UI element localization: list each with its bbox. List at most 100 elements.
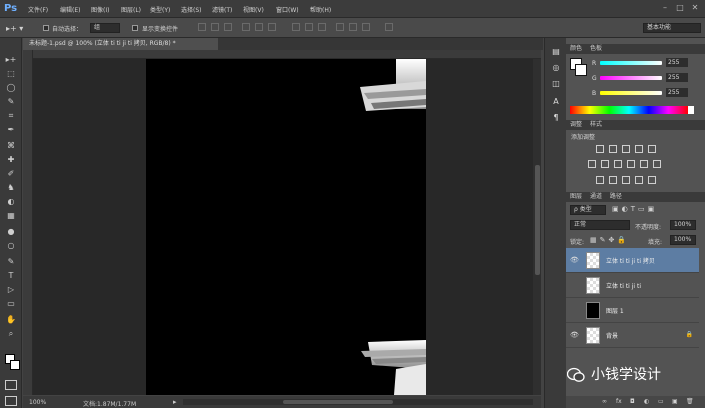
photo-filter-icon[interactable] xyxy=(627,160,635,168)
pen-tool-icon[interactable]: ✎ xyxy=(4,256,18,268)
show-transform-checkbox[interactable] xyxy=(132,25,138,31)
auto-select-dropdown[interactable]: 组 xyxy=(90,23,120,33)
layer-row[interactable]: 立体 ti ti ji ti xyxy=(566,273,699,298)
layer-row[interactable]: 👁 背景 🔒 xyxy=(566,323,699,348)
quick-select-tool-icon[interactable]: ✎ xyxy=(4,96,18,108)
path-select-tool-icon[interactable]: ▷ xyxy=(4,284,18,296)
invert-icon[interactable] xyxy=(596,176,604,184)
align-hcenter-icon[interactable] xyxy=(211,23,219,31)
layer-filter-icons[interactable]: ▣◐T▭▣ xyxy=(612,205,657,213)
vibrance-icon[interactable] xyxy=(648,145,656,153)
distribute-3-icon[interactable] xyxy=(318,23,326,31)
shape-tool-icon[interactable]: ▭ xyxy=(4,298,18,310)
menu-filter[interactable]: 滤镜(T) xyxy=(212,5,232,14)
character-icon[interactable]: A xyxy=(550,96,562,108)
threshold-icon[interactable] xyxy=(622,176,630,184)
spectrum-white[interactable] xyxy=(688,106,694,114)
menu-view[interactable]: 视图(V) xyxy=(243,5,264,14)
auto-align-icon[interactable] xyxy=(385,23,393,31)
lock-icons[interactable]: ▦✎✥🔒 xyxy=(590,236,629,244)
auto-select-checkbox[interactable] xyxy=(43,25,49,31)
properties-icon[interactable]: ◎ xyxy=(550,62,562,74)
blur-tool-icon[interactable]: ● xyxy=(4,226,18,238)
green-slider[interactable] xyxy=(600,76,662,80)
selective-color-icon[interactable] xyxy=(648,176,656,184)
paragraph-icon[interactable]: ¶ xyxy=(550,112,562,124)
curves-icon[interactable] xyxy=(622,145,630,153)
hue-icon[interactable] xyxy=(588,160,596,168)
scrollbar-thumb[interactable] xyxy=(535,165,540,275)
screen-mode-icon[interactable] xyxy=(5,396,17,406)
blue-value[interactable]: 255 xyxy=(666,88,688,97)
horizontal-scrollbar-thumb[interactable] xyxy=(283,400,393,404)
red-slider[interactable] xyxy=(600,61,662,65)
eye-hidden-icon[interactable] xyxy=(570,281,578,289)
exposure-icon[interactable] xyxy=(635,145,643,153)
tab-paths[interactable]: 路径 xyxy=(610,193,622,200)
channel-mixer-icon[interactable] xyxy=(640,160,648,168)
eye-icon[interactable]: 👁 xyxy=(570,256,579,264)
mask-icon[interactable]: ◘ xyxy=(630,398,635,405)
workspace-dropdown[interactable]: 基本功能 xyxy=(643,23,701,33)
tab-styles[interactable]: 样式 xyxy=(590,121,602,128)
quick-mask-icon[interactable] xyxy=(5,380,17,390)
eraser-tool-icon[interactable]: ◐ xyxy=(4,196,18,208)
layer-name[interactable]: 图层 1 xyxy=(606,306,624,315)
fill-field[interactable]: 100% xyxy=(670,235,696,245)
type-tool-icon[interactable]: T xyxy=(4,270,18,282)
document-size[interactable]: 文档:1.87M/1.77M xyxy=(83,399,136,408)
levels-icon[interactable] xyxy=(609,145,617,153)
eye-icon[interactable]: 👁 xyxy=(570,331,579,339)
color-balance-icon[interactable] xyxy=(601,160,609,168)
align-bottom-icon[interactable] xyxy=(268,23,276,31)
align-left-icon[interactable] xyxy=(198,23,206,31)
eye-hidden-icon[interactable] xyxy=(570,306,578,314)
tab-channels[interactable]: 通道 xyxy=(590,193,602,200)
layer-name[interactable]: 立体 ti ti ji ti xyxy=(606,281,641,290)
lasso-tool-icon[interactable]: ◯ xyxy=(4,82,18,94)
tab-swatches[interactable]: 色板 xyxy=(590,45,602,52)
black-white-icon[interactable] xyxy=(614,160,622,168)
history-brush-tool-icon[interactable]: ♞ xyxy=(4,182,18,194)
opacity-field[interactable]: 100% xyxy=(670,220,696,230)
zoom-tool-icon[interactable]: ⌕ xyxy=(4,328,18,340)
align-vcenter-icon[interactable] xyxy=(255,23,263,31)
layer-name[interactable]: 背景 xyxy=(606,331,618,340)
background-color-swatch[interactable] xyxy=(10,360,20,370)
distribute-4-icon[interactable] xyxy=(336,23,344,31)
document-tab[interactable]: 未标题-1.psd @ 100% (立体 ti ti ji ti 拷贝, RGB… xyxy=(23,38,218,50)
brush-tool-icon[interactable]: ✚ xyxy=(4,154,18,166)
document-canvas[interactable] xyxy=(146,59,426,395)
maximize-button[interactable]: □ xyxy=(675,3,685,13)
healing-tool-icon[interactable]: ⌘ xyxy=(4,140,18,152)
hand-tool-icon[interactable]: ✋ xyxy=(4,314,18,326)
menu-image[interactable]: 图像(I) xyxy=(91,5,109,14)
eyedropper-tool-icon[interactable]: ✒ xyxy=(4,124,18,136)
move-tool-icon[interactable]: ▸+ xyxy=(4,54,18,66)
tab-color[interactable]: 颜色 xyxy=(570,45,582,52)
adjustment-layer-icon[interactable]: ◐ xyxy=(644,398,649,405)
dodge-tool-icon[interactable]: ○ xyxy=(4,240,18,252)
new-layer-icon[interactable]: ▣ xyxy=(672,398,678,405)
crop-tool-icon[interactable]: ⌗ xyxy=(4,110,18,122)
green-value[interactable]: 255 xyxy=(666,73,688,82)
gradient-map-icon[interactable] xyxy=(635,176,643,184)
distribute-1-icon[interactable] xyxy=(292,23,300,31)
color-spectrum[interactable] xyxy=(570,106,688,114)
menu-window[interactable]: 窗口(W) xyxy=(276,5,299,14)
brightness-icon[interactable] xyxy=(596,145,604,153)
blue-slider[interactable] xyxy=(600,91,662,95)
layer-name[interactable]: 立体 ti ti ji ti 拷贝 xyxy=(606,256,655,265)
posterize-icon[interactable] xyxy=(609,176,617,184)
group-icon[interactable]: ▭ xyxy=(658,398,664,405)
gradient-tool-icon[interactable]: ▦ xyxy=(4,210,18,222)
clone-stamp-tool-icon[interactable]: ✐ xyxy=(4,168,18,180)
distribute-6-icon[interactable] xyxy=(362,23,370,31)
menu-select[interactable]: 选择(S) xyxy=(181,5,202,14)
trash-icon[interactable]: 🗑 xyxy=(686,398,694,405)
bg-color-swatch[interactable] xyxy=(575,64,587,76)
menu-edit[interactable]: 编辑(E) xyxy=(60,5,80,14)
layer-filter-dropdown[interactable]: ρ 类型 xyxy=(570,205,606,215)
blend-mode-dropdown[interactable]: 正常 xyxy=(570,220,630,230)
align-right-icon[interactable] xyxy=(224,23,232,31)
